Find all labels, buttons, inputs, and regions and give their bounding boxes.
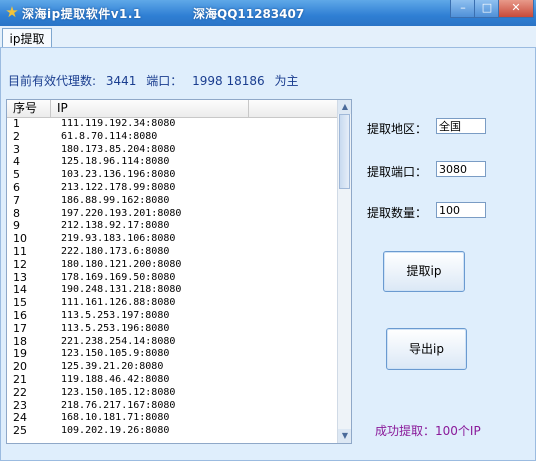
column-header-index[interactable]: 序号 (7, 100, 51, 117)
list-item[interactable]: 18 221.238.254.14:8080 (7, 335, 337, 349)
list-item[interactable]: 22 123.150.105.12:8080 (7, 385, 337, 400)
row-index: 6 (13, 180, 20, 194)
list-item[interactable]: 7 186.88.99.162:8080 (7, 193, 337, 208)
row-ip: 103.23.136.196:8080 (61, 169, 176, 181)
list-item[interactable]: 8 197.220.193.201:8080 (7, 207, 337, 221)
export-ip-button[interactable]: 导出ip (386, 328, 467, 370)
column-header-ip[interactable]: IP (51, 100, 249, 117)
list-item[interactable]: 10 219.93.183.106:8080 (7, 232, 337, 246)
minimize-button[interactable]: – (450, 0, 476, 18)
row-ip: 113.5.253.197:8080 (61, 309, 170, 321)
row-index: 16 (13, 308, 27, 322)
window-title: 深海ip提取软件v1.1 (22, 7, 142, 21)
row-ip: 113.5.253.196:8080 (61, 322, 170, 334)
list-item[interactable]: 4 125.18.96.114:8080 (7, 156, 337, 169)
region-label: 提取地区： (367, 122, 428, 136)
success-status: 成功提取：100个IP (375, 424, 481, 438)
list-item[interactable]: 11 222.180.173.6:8080 (7, 244, 337, 259)
ip-list[interactable]: 序号 IP 1 111.119.192.34:8080 2 61.8.70.114:8… (6, 99, 352, 444)
list-item[interactable]: 1 111.119.192.34:8080 (7, 117, 337, 131)
row-ip: 197.220.193.201:8080 (61, 207, 182, 219)
port-value: 1998 18186 (192, 74, 265, 88)
row-ip: 212.138.92.17:8080 (61, 220, 170, 232)
list-item[interactable]: 19 123.150.105.9:8080 (7, 348, 337, 361)
list-item[interactable]: 5 103.23.136.196:8080 (7, 168, 337, 182)
row-index: 1 (13, 117, 20, 130)
row-ip: 111.119.192.34:8080 (61, 118, 176, 129)
port-suffix: 为主 (274, 74, 299, 88)
row-ip: 123.150.105.9:8080 (61, 348, 170, 360)
row-ip: 190.248.131.218:8080 (61, 284, 182, 296)
window-qq: 深海QQ11283407 (193, 7, 305, 21)
list-item[interactable]: 16 113.5.253.197:8080 (7, 308, 337, 323)
list-item[interactable]: 6 213.122.178.99:8080 (7, 180, 337, 195)
list-item[interactable]: 2 61.8.70.114:8080 (7, 129, 337, 144)
row-index: 11 (13, 244, 27, 258)
row-ip: 222.180.173.6:8080 (61, 245, 170, 257)
row-index: 21 (13, 372, 27, 386)
row-ip: 180.180.121.200:8080 (61, 258, 182, 270)
tab-ip-extract[interactable]: ip提取 (2, 28, 52, 49)
list-item[interactable]: 3 180.173.85.204:8080 (7, 143, 337, 157)
valid-count-label: 目前有效代理数: (8, 74, 97, 88)
row-ip: 180.173.85.204:8080 (61, 143, 176, 155)
row-ip: 119.188.46.42:8080 (61, 373, 170, 385)
row-ip: 219.93.183.106:8080 (61, 233, 176, 245)
count-label: 提取数量： (367, 206, 428, 220)
tab-strip: ip提取 (0, 26, 536, 49)
port-field-label: 提取端口： (367, 165, 428, 179)
vertical-scrollbar[interactable]: ▲ ▼ (337, 100, 351, 443)
close-button[interactable]: ✕ (498, 0, 534, 18)
list-item[interactable]: 12 180.180.121.200:8080 (7, 257, 337, 272)
list-item[interactable]: 13 178.169.169.50:8080 (7, 271, 337, 285)
row-ip: 111.161.126.88:8080 (61, 297, 176, 309)
port-field[interactable]: 3080 (436, 161, 486, 177)
row-index: 22 (13, 385, 27, 399)
valid-count: 3441 (105, 74, 137, 88)
count-field[interactable]: 100 (436, 202, 486, 218)
row-index: 25 (13, 424, 27, 438)
row-ip: 178.169.169.50:8080 (61, 271, 176, 283)
list-item[interactable]: 21 119.188.46.42:8080 (7, 372, 337, 387)
title-bar[interactable]: ★ 深海ip提取软件v1.1 深海QQ11283407 – □ ✕ (0, 0, 536, 26)
row-ip: 125.18.96.114:8080 (61, 156, 170, 168)
port-label: 端口： (146, 74, 183, 88)
list-item[interactable]: 17 113.5.253.196:8080 (7, 321, 337, 336)
row-ip: 123.150.105.12:8080 (61, 386, 176, 398)
list-item[interactable]: 14 190.248.131.218:8080 (7, 284, 337, 297)
region-field[interactable]: 全国 (436, 118, 486, 134)
row-ip: 218.76.217.167:8080 (61, 399, 176, 411)
scroll-down-icon[interactable]: ▼ (338, 429, 351, 443)
fetch-ip-button[interactable]: 提取ip (383, 251, 465, 292)
row-index: 2 (13, 129, 20, 143)
list-item[interactable]: 25 109.202.19.26:8080 (7, 424, 337, 438)
list-item[interactable]: 9 212.138.92.17:8080 (7, 220, 337, 233)
row-index: 17 (13, 321, 27, 335)
summary-line: 目前有效代理数: 3441 端口： 1998 18186 为主 (8, 72, 304, 89)
list-item[interactable]: 23 218.76.217.167:8080 (7, 399, 337, 413)
list-item[interactable]: 15 111.161.126.88:8080 (7, 296, 337, 310)
scroll-thumb[interactable] (339, 114, 350, 189)
row-ip: 61.8.70.114:8080 (61, 130, 158, 142)
row-index: 7 (13, 193, 20, 207)
list-item[interactable]: 24 168.10.181.71:8080 (7, 412, 337, 425)
list-header: 序号 IP (7, 100, 337, 118)
row-index: 12 (13, 257, 27, 271)
row-ip: 109.202.19.26:8080 (61, 425, 170, 437)
star-icon: ★ (5, 3, 19, 21)
scroll-up-icon[interactable]: ▲ (338, 100, 351, 114)
row-ip: 186.88.99.162:8080 (61, 194, 170, 206)
row-ip: 213.122.178.99:8080 (61, 181, 176, 193)
list-rows: 1 111.119.192.34:8080 2 61.8.70.114:8080 3 18… (7, 117, 337, 438)
row-ip: 168.10.181.71:8080 (61, 412, 170, 424)
row-ip: 125.39.21.20:8080 (61, 361, 164, 373)
list-item[interactable]: 20 125.39.21.20:8080 (7, 360, 337, 374)
maximize-button[interactable]: □ (474, 0, 500, 18)
row-ip: 221.238.254.14:8080 (61, 335, 176, 347)
